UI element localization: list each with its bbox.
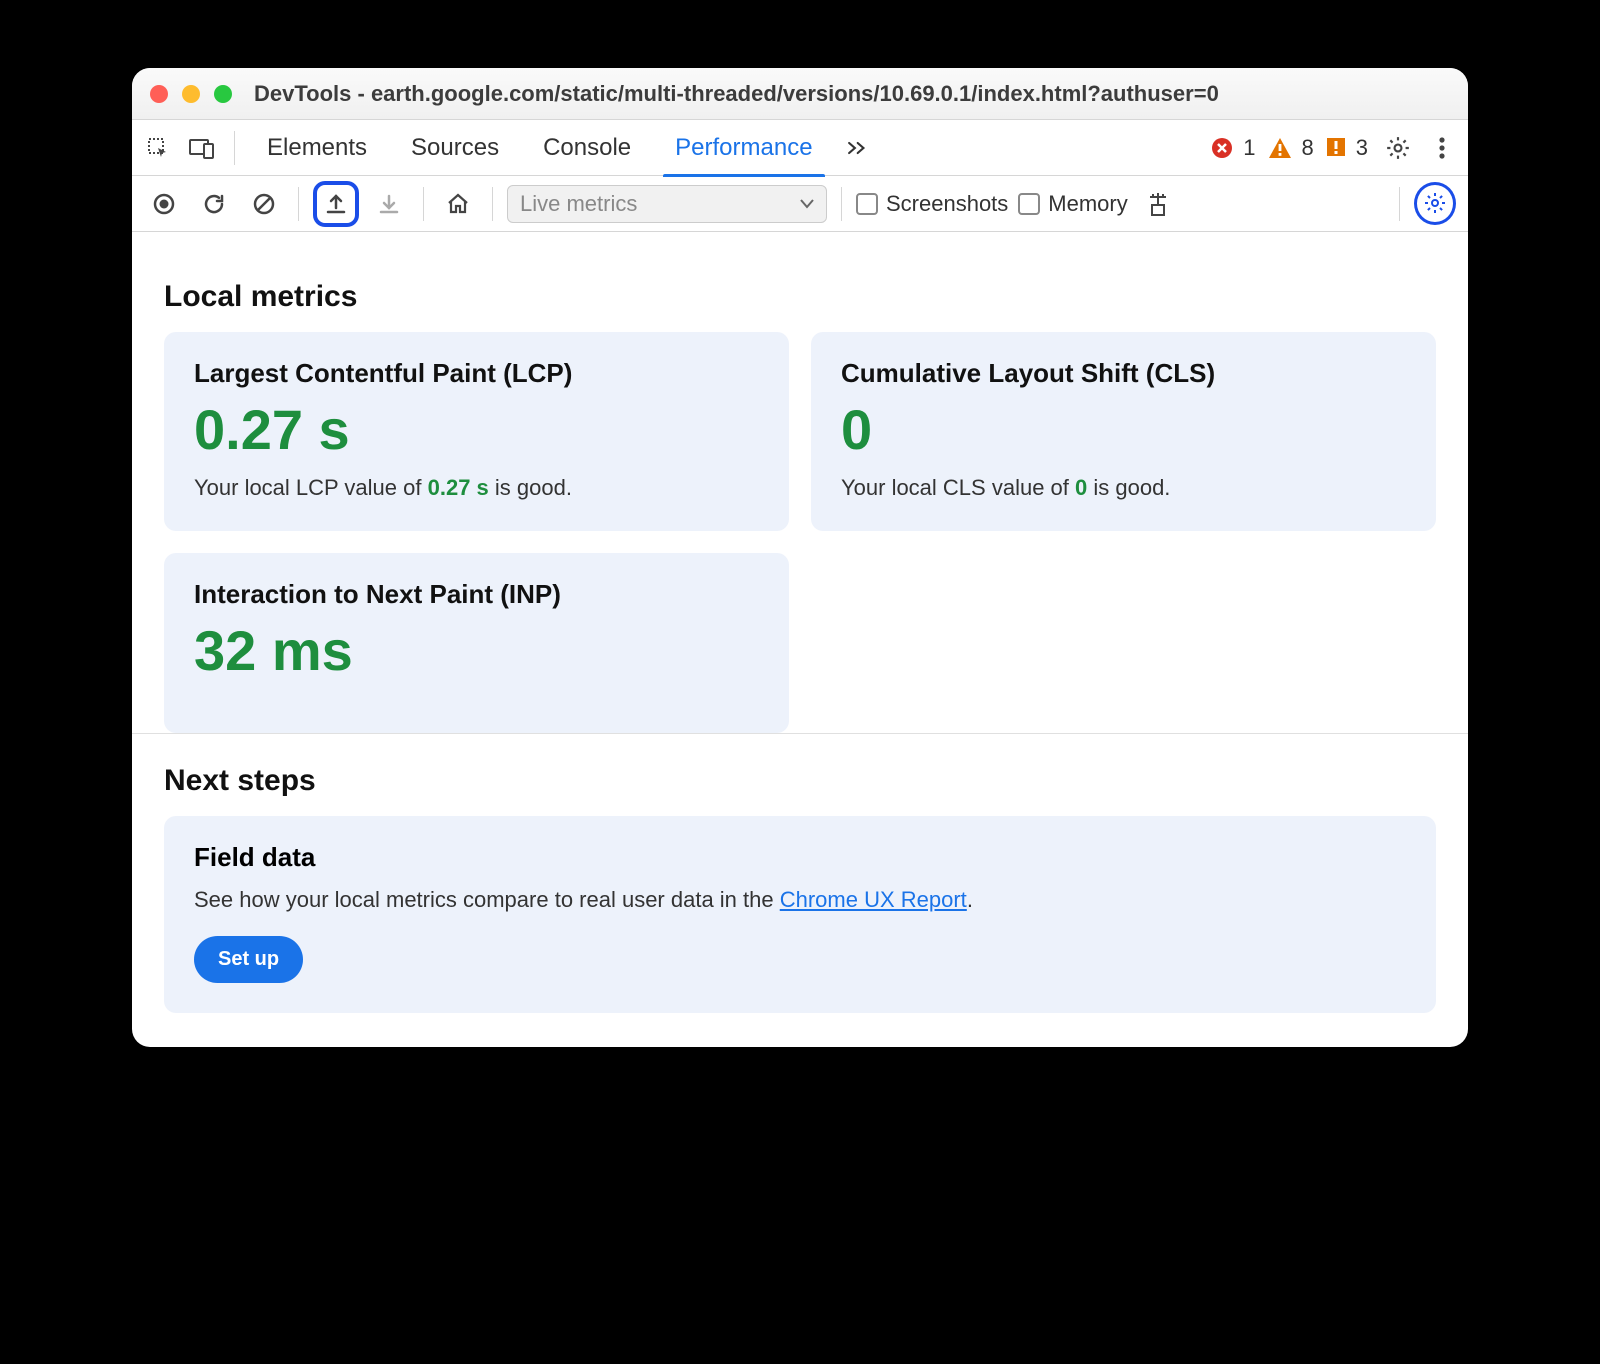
select-label: Live metrics (520, 191, 637, 217)
issue-counts[interactable]: 1 8 3 (1211, 135, 1374, 161)
lcp-title: Largest Contentful Paint (LCP) (194, 358, 759, 389)
field-data-text: See how your local metrics compare to re… (194, 883, 1406, 916)
window-title: DevTools - earth.google.com/static/multi… (254, 81, 1219, 107)
warning-count[interactable] (1268, 137, 1292, 159)
device-toolbar-icon[interactable] (182, 128, 222, 168)
issues-count-num: 3 (1352, 135, 1374, 161)
next-steps-heading: Next steps (164, 764, 1436, 798)
clear-icon[interactable] (244, 184, 284, 224)
divider (841, 187, 842, 221)
performance-toolbar: Live metrics Screenshots Memory (132, 176, 1468, 232)
tab-performance[interactable]: Performance (655, 120, 832, 176)
inp-title: Interaction to Next Paint (INP) (194, 579, 759, 610)
lcp-desc: Your local LCP value of 0.27 s is good. (194, 475, 759, 501)
divider (423, 187, 424, 221)
set-up-button[interactable]: Set up (194, 936, 303, 983)
error-count-num: 1 (1239, 135, 1261, 161)
performance-landing: Local metrics Largest Contentful Paint (… (132, 232, 1468, 733)
reload-record-icon[interactable] (194, 184, 234, 224)
kebab-menu-icon[interactable] (1422, 128, 1462, 168)
tab-elements[interactable]: Elements (247, 120, 387, 176)
inp-card: Interaction to Next Paint (INP) 32 ms (164, 553, 789, 734)
capture-settings-highlight (1414, 182, 1456, 225)
error-count[interactable] (1211, 137, 1233, 159)
memory-checkbox[interactable]: Memory (1018, 191, 1127, 217)
field-data-title: Field data (194, 842, 1406, 873)
warning-count-num: 8 (1298, 135, 1320, 161)
traffic-light-minimize[interactable] (182, 85, 200, 103)
metric-cards: Largest Contentful Paint (LCP) 0.27 s Yo… (164, 332, 1436, 531)
cls-desc-post: is good. (1087, 475, 1170, 500)
screenshots-label: Screenshots (886, 191, 1008, 217)
divider (492, 187, 493, 221)
lcp-desc-post: is good. (489, 475, 572, 500)
cls-card: Cumulative Layout Shift (CLS) 0 Your loc… (811, 332, 1436, 531)
record-icon[interactable] (144, 184, 184, 224)
cls-desc: Your local CLS value of 0 is good. (841, 475, 1406, 501)
field-data-post: . (967, 887, 973, 912)
profile-history-select[interactable]: Live metrics (507, 185, 827, 223)
crux-report-link[interactable]: Chrome UX Report (780, 887, 967, 912)
lcp-card: Largest Contentful Paint (LCP) 0.27 s Yo… (164, 332, 789, 531)
screenshots-checkbox[interactable]: Screenshots (856, 191, 1008, 217)
settings-gear-icon[interactable] (1378, 128, 1418, 168)
metric-cards-row2: Interaction to Next Paint (INP) 32 ms (164, 531, 1436, 734)
next-steps-section: Next steps Field data See how your local… (132, 734, 1468, 1047)
lcp-desc-val: 0.27 s (428, 475, 489, 500)
cls-desc-val: 0 (1075, 475, 1087, 500)
home-icon[interactable] (438, 184, 478, 224)
panel-tabs: Elements Sources Console Performance 1 8… (132, 120, 1468, 176)
field-data-card: Field data See how your local metrics co… (164, 816, 1436, 1013)
cls-title: Cumulative Layout Shift (CLS) (841, 358, 1406, 389)
devtools-window: DevTools - earth.google.com/static/multi… (132, 68, 1468, 1047)
field-data-pre: See how your local metrics compare to re… (194, 887, 780, 912)
tab-sources[interactable]: Sources (391, 120, 519, 176)
capture-settings-gear-icon[interactable] (1419, 187, 1451, 219)
divider (234, 131, 235, 165)
chevron-down-icon (800, 199, 814, 209)
upload-profile-icon[interactable] (319, 187, 353, 221)
traffic-light-zoom[interactable] (214, 85, 232, 103)
inp-value: 32 ms (194, 620, 759, 682)
memory-label: Memory (1048, 191, 1127, 217)
checkbox-icon (856, 193, 878, 215)
lcp-value: 0.27 s (194, 399, 759, 461)
lcp-desc-pre: Your local LCP value of (194, 475, 428, 500)
local-metrics-heading: Local metrics (164, 280, 1436, 314)
titlebar: DevTools - earth.google.com/static/multi… (132, 68, 1468, 120)
issues-count[interactable] (1326, 137, 1346, 159)
traffic-light-close[interactable] (150, 85, 168, 103)
divider (298, 187, 299, 221)
divider (1399, 187, 1400, 221)
inspect-element-icon[interactable] (138, 128, 178, 168)
tab-console[interactable]: Console (523, 120, 651, 176)
checkbox-icon (1018, 193, 1040, 215)
garbage-collect-icon[interactable] (1138, 184, 1178, 224)
cls-desc-pre: Your local CLS value of (841, 475, 1075, 500)
download-profile-icon[interactable] (369, 184, 409, 224)
more-tabs-icon[interactable] (837, 128, 877, 168)
cls-value: 0 (841, 399, 1406, 461)
upload-highlight (313, 181, 359, 227)
